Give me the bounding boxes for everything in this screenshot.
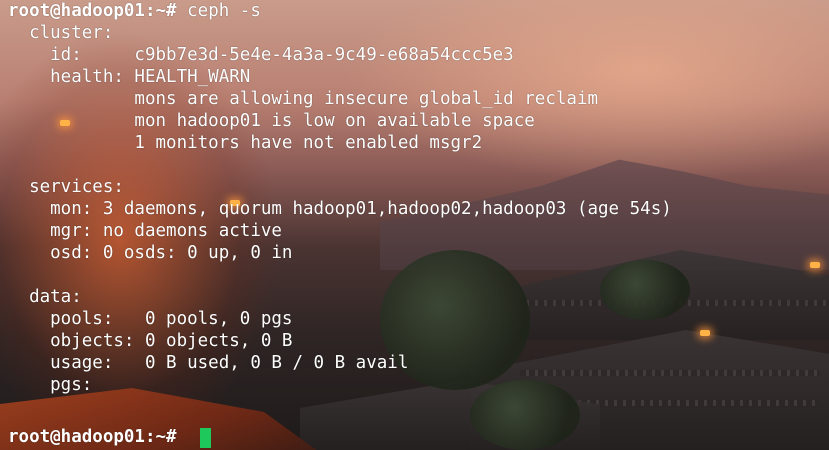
output-line-pgs: pgs: [8, 375, 93, 395]
output-line-warning: mons are allowing insecure global_id rec… [8, 89, 599, 109]
output-line-cluster: cluster: [8, 23, 114, 43]
command-line: root@hadoop01:~# ceph -s [8, 0, 261, 22]
command-text: ceph -s [187, 1, 261, 21]
output-line-objects: objects: 0 objects, 0 B [8, 331, 293, 351]
output-line-services: services: [8, 177, 124, 197]
output-line-health: health: HEALTH_WARN [8, 67, 251, 87]
text-cursor [200, 428, 211, 448]
output-line-osd: osd: 0 osds: 0 up, 0 in [8, 243, 293, 263]
shell-prompt: root@hadoop01:~# [8, 1, 177, 21]
output-line-warning: mon hadoop01 is low on available space [8, 111, 535, 131]
final-prompt-line[interactable]: root@hadoop01:~# [8, 426, 177, 448]
output-line-pools: pools: 0 pools, 0 pgs [8, 309, 293, 329]
output-line-mon: mon: 3 daemons, quorum hadoop01,hadoop02… [8, 199, 672, 219]
output-line-warning: 1 monitors have not enabled msgr2 [8, 133, 483, 153]
output-line-id: id: c9bb7e3d-5e4e-4a3a-9c49-e68a54ccc5e3 [8, 45, 514, 65]
terminal-window[interactable]: root@hadoop01:~# ceph -s cluster: id: c9… [0, 0, 829, 450]
output-line-usage: usage: 0 B used, 0 B / 0 B avail [8, 353, 409, 373]
output-line-data: data: [8, 287, 82, 307]
shell-prompt: root@hadoop01:~# [8, 427, 177, 447]
output-line-mgr: mgr: no daemons active [8, 221, 282, 241]
